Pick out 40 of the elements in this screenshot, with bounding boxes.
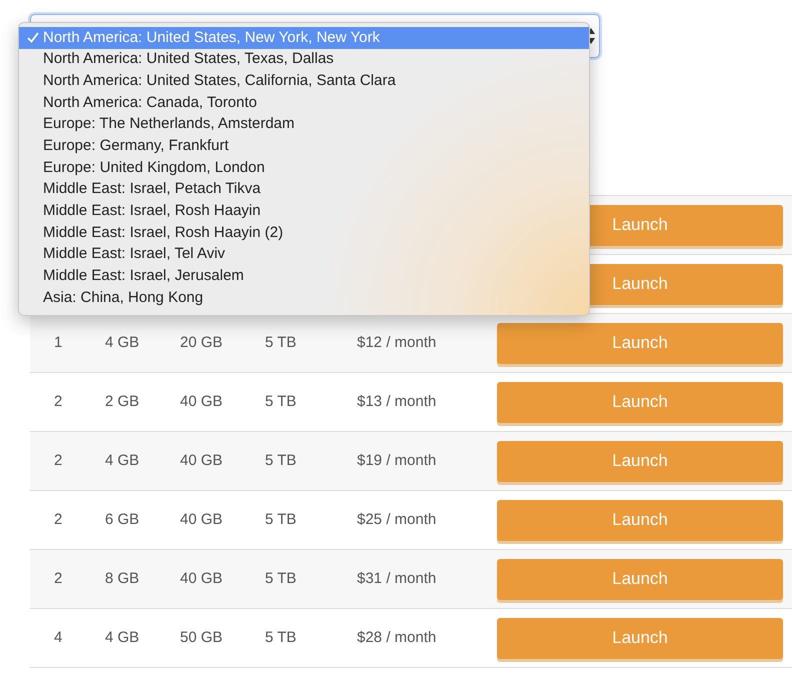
dropdown-option[interactable]: Europe: The Netherlands, Amsterdam	[19, 114, 589, 136]
table-cell: 1	[54, 334, 62, 351]
check-icon	[27, 32, 39, 43]
dropdown-option[interactable]: North America: Canada, Toronto	[19, 92, 589, 114]
dropdown-option[interactable]: North America: United States, California, Santa Clara	[19, 70, 589, 92]
table-cell: $13 / month	[357, 392, 436, 410]
table-cell: 4	[54, 628, 62, 646]
dropdown-option[interactable]: Europe: United Kingdom, London	[19, 157, 589, 179]
table-cell: $19 / month	[357, 452, 436, 469]
table-cell: 4 GB	[105, 334, 140, 351]
dropdown-option[interactable]: Middle East: Israel, Petach Tikva	[19, 178, 589, 200]
table-cell: 5 TB	[265, 628, 296, 646]
table-cell: 50 GB	[180, 628, 223, 646]
table-cell: 5 TB	[265, 510, 296, 528]
dropdown-option[interactable]: Europe: Germany, Frankfurt	[19, 135, 589, 158]
table-cell: $28 / month	[357, 628, 436, 646]
table-cell: 6 GB	[105, 510, 140, 528]
table-cell: 2	[54, 452, 62, 469]
table-cell: 2	[54, 570, 62, 587]
table-cell: 5 TB	[265, 452, 296, 469]
table-cell: 40 GB	[180, 452, 223, 469]
table-cell: 5 TB	[265, 392, 296, 410]
table-cell: 5 TB	[265, 334, 296, 351]
table-cell: 20 GB	[180, 334, 223, 351]
dropdown-option[interactable]: Middle East: Israel, Tel Aviv	[19, 244, 589, 266]
table-cell: 4 GB	[105, 628, 140, 646]
table-cell: $25 / month	[357, 510, 436, 528]
table-cell: 40 GB	[180, 392, 223, 410]
table-cell: 40 GB	[180, 570, 223, 587]
table-cell: 40 GB	[180, 510, 223, 528]
up-down-arrow-icon	[587, 27, 595, 45]
table-cell: 2	[54, 510, 62, 528]
table-cell: 4 GB	[105, 452, 140, 469]
dropdown-option[interactable]: North America: United States, Texas, Dallas	[19, 48, 589, 70]
table-cell: 2	[54, 392, 62, 410]
table-cell: 2 GB	[105, 392, 140, 410]
table-cell: 5 TB	[265, 570, 296, 587]
table-cell: 8 GB	[105, 570, 140, 587]
table-cell: $12 / month	[357, 334, 436, 351]
table-cell: $31 / month	[357, 570, 436, 587]
